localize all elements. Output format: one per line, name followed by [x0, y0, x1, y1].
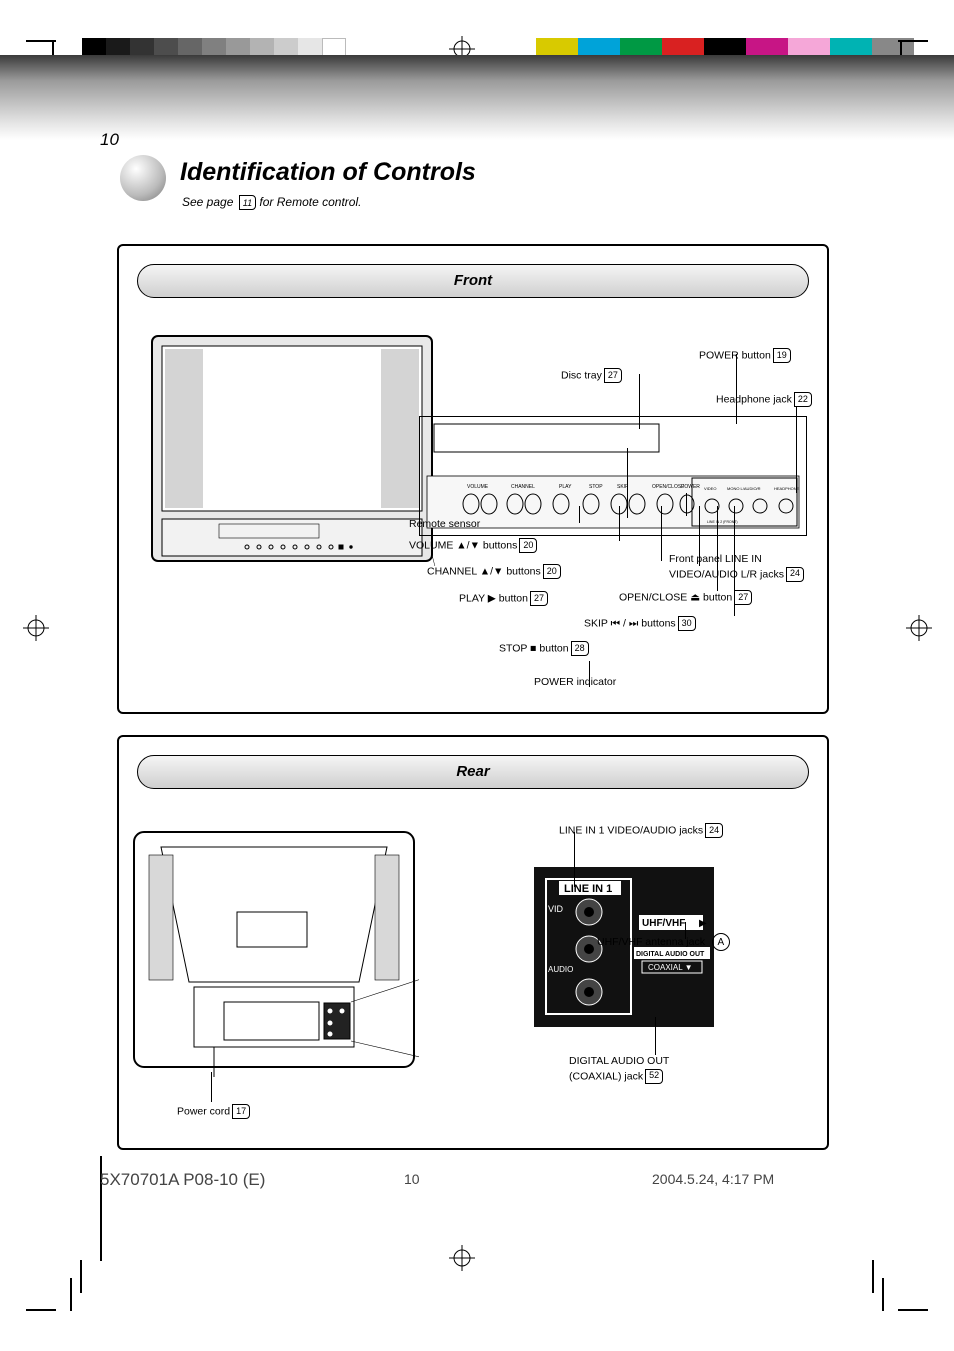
- label-skip: SKIP ⏮ / ⏭ buttons30: [584, 616, 696, 631]
- svg-text:AUDIO: AUDIO: [548, 965, 573, 974]
- label-line-in-1: LINE IN 1 VIDEO/AUDIO jacks24: [559, 823, 723, 838]
- label-power-indicator: POWER indicator: [534, 676, 616, 690]
- svg-text:POWER: POWER: [681, 484, 700, 490]
- crop-mark: [898, 1309, 928, 1311]
- svg-text:DIGITAL AUDIO OUT: DIGITAL AUDIO OUT: [636, 951, 705, 958]
- rear-title: Rear: [137, 755, 809, 789]
- svg-text:VID: VID: [548, 904, 564, 914]
- label-headphone: Headphone jack22: [716, 392, 812, 407]
- crop-mark: [898, 40, 928, 42]
- footer-pagenum: 10: [404, 1170, 420, 1188]
- svg-text:VOLUME: VOLUME: [467, 484, 489, 490]
- label-front-panel-linein: Front panel LINE INVIDEO/AUDIO L/R jacks…: [669, 553, 829, 582]
- svg-text:LINE IN 1: LINE IN 1: [564, 883, 612, 895]
- svg-text:VIDEO: VIDEO: [704, 486, 716, 491]
- label-disc-tray: Disc tray27: [561, 368, 622, 383]
- label-power-cord: Power cord17: [177, 1104, 250, 1119]
- page-title: Identification of Controls: [180, 158, 476, 187]
- label-remote-sensor: Remote sensor: [409, 518, 480, 532]
- svg-text:COAXIAL ▼: COAXIAL ▼: [648, 963, 693, 972]
- subtitle-suffix: for Remote control.: [259, 195, 361, 209]
- svg-text:MONO L/AUDIO/R: MONO L/AUDIO/R: [727, 486, 761, 491]
- registration-target-icon: [23, 615, 49, 646]
- crop-mark: [26, 1309, 56, 1311]
- rear-panel-section: Rear LINE IN 1 VID AUDIO UHF/VHF ▶: [117, 735, 829, 1150]
- svg-text:CHANNEL: CHANNEL: [511, 484, 535, 490]
- label-volume: VOLUME ▲/▼ buttons20: [409, 538, 537, 553]
- crop-mark: [882, 1278, 884, 1311]
- tv-rear-illustration: [129, 827, 419, 1077]
- subtitle: See page 11 for Remote control.: [182, 195, 361, 210]
- page-number: 10: [100, 130, 119, 150]
- section-bullet-sphere: [120, 155, 166, 201]
- crop-mark: [872, 1260, 874, 1293]
- footer-filename: 5X70701A P08-10 (E): [100, 1170, 265, 1190]
- svg-text:STOP: STOP: [589, 484, 603, 490]
- label-play: PLAY ▶ button27: [459, 591, 548, 606]
- label-power-button: POWER button19: [699, 348, 791, 363]
- label-antenna: UHF/VHF antenna jack A: [597, 933, 730, 951]
- page-ref-tag: 11: [239, 195, 256, 210]
- front-title: Front: [137, 264, 809, 298]
- crop-mark: [80, 1260, 82, 1293]
- header-gradient: [0, 55, 954, 140]
- svg-text:UHF/VHF: UHF/VHF: [642, 918, 685, 929]
- registration-target-icon: [449, 1245, 475, 1276]
- footer-datestamp: 2004.5.24, 4:17 PM: [652, 1170, 774, 1188]
- svg-text:LINE IN 2 (FRONT): LINE IN 2 (FRONT): [707, 520, 738, 524]
- label-channel: CHANNEL ▲/▼ buttons20: [427, 564, 561, 579]
- crop-mark: [70, 1278, 72, 1311]
- label-stop: STOP ■ button28: [499, 641, 589, 656]
- registration-target-icon: [906, 615, 932, 646]
- front-panel-section: Front VOLUME CHANNEL PLAY STOP SKIP OPEN…: [117, 244, 829, 714]
- label-open-close: OPEN/CLOSE ⏏ button27: [619, 590, 752, 605]
- svg-text:▶: ▶: [699, 918, 707, 929]
- antenna-ref-circle: A: [712, 933, 730, 951]
- tv-front-illustration: [147, 331, 437, 566]
- label-coax: DIGITAL AUDIO OUT(COAXIAL) jack52: [569, 1055, 669, 1084]
- svg-text:PLAY: PLAY: [559, 484, 572, 490]
- subtitle-prefix: See page: [182, 195, 233, 209]
